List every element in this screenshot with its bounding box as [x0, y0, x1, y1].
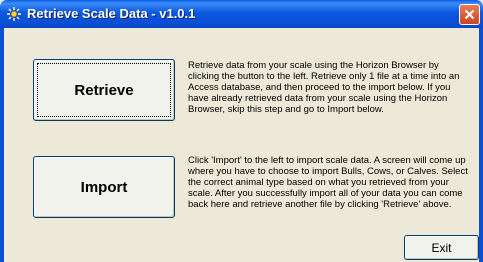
exit-button[interactable]: Exit — [404, 235, 479, 260]
retrieve-button[interactable]: Retrieve — [33, 59, 175, 121]
app-window: Retrieve Scale Data - v1.0.1 Retrieve Re… — [0, 0, 483, 262]
window-frame-left — [0, 28, 4, 262]
import-description: Click 'Import' to the left to import sca… — [188, 155, 468, 210]
retrieve-button-label: Retrieve — [74, 81, 134, 99]
import-button-label: Import — [80, 178, 128, 196]
title-bar[interactable]: Retrieve Scale Data - v1.0.1 — [0, 0, 483, 28]
close-icon — [464, 9, 475, 20]
window-frame-right — [479, 28, 483, 262]
scale-app-icon — [7, 7, 21, 21]
retrieve-description: Retrieve data from your scale using the … — [188, 60, 460, 115]
exit-button-label: Exit — [431, 240, 452, 255]
import-button[interactable]: Import — [33, 156, 175, 218]
window-title: Retrieve Scale Data - v1.0.1 — [27, 6, 196, 21]
close-button[interactable] — [459, 4, 480, 25]
